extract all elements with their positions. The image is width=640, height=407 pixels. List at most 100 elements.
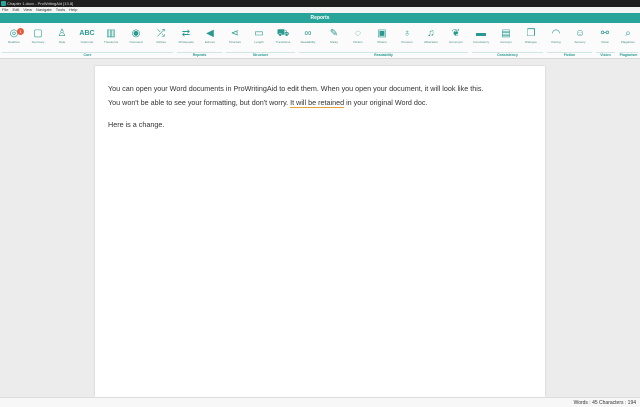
- tool-homonym-button[interactable]: ❦ Homonym: [445, 27, 467, 49]
- tool-label: Homonym: [449, 40, 463, 44]
- tool-cliches-button[interactable]: ⤮ Cliches: [150, 27, 172, 49]
- group-label-vision: Vision: [600, 53, 611, 57]
- tool-label: Vision: [600, 40, 610, 44]
- tool-label: Summary: [31, 40, 45, 44]
- group-label-structure: Structure: [252, 53, 269, 57]
- tool-thesaurus-button[interactable]: ▥ Thesaurus: [100, 27, 122, 49]
- tool-alliteration-button[interactable]: ♫ Alliteration: [420, 27, 442, 49]
- transitions-icon: ⛟: [276, 28, 290, 39]
- tool-writers-button[interactable]: ▣ Writers: [371, 27, 393, 49]
- tool-label: Pacing: [551, 40, 561, 44]
- group-label-repeats: Repeats: [192, 53, 207, 57]
- title-bar: Chapter 1.docx - ProWritingAid [13.8]: [0, 0, 640, 7]
- tool-label: Transitions: [275, 40, 291, 44]
- group-label-plagiarism: Plagiarism: [619, 53, 638, 57]
- reports-title: Reports: [310, 15, 330, 21]
- paragraph-text[interactable]: in your original Word doc.: [344, 98, 427, 107]
- tool-diction-button[interactable]: ◌ Diction: [347, 27, 369, 49]
- tool-label: Acronym: [500, 40, 512, 44]
- tool-dialogue-button[interactable]: ❐ Dialogue: [520, 27, 542, 49]
- vision-icon: ⚯: [600, 28, 610, 39]
- tool-sticky-button[interactable]: ✎ Sticky: [323, 27, 345, 49]
- flagged-phrase[interactable]: It will be retained: [290, 98, 345, 108]
- group-label-consistency: Consistency: [497, 53, 518, 57]
- tool-pronoun-button[interactable]: ♁ Pronoun: [396, 27, 418, 49]
- tool-label: Sticky: [329, 40, 338, 44]
- tool-label: Realtime: [8, 40, 20, 44]
- tool-plagiarism-button[interactable]: ⌕ Plagiarism: [617, 27, 639, 49]
- tool-label: Consistency: [472, 40, 490, 44]
- tool-acronym-button[interactable]: ▤ Acronym: [495, 27, 517, 49]
- tool-label: Plagiarism: [620, 40, 635, 44]
- tool-grammar-button[interactable]: ABC Grammar: [76, 27, 98, 49]
- all-repeats-icon: ⇄: [181, 28, 191, 39]
- report-toolbar: ◎ Realtime 1 ▢ Summary ♙ Style ABC Grammar ▥ Thesa…: [0, 23, 640, 59]
- tool-overused-button[interactable]: ◉ Overused: [125, 27, 147, 49]
- tool-label: Echoes: [204, 40, 215, 44]
- tool-transitions-button[interactable]: ⛟ Transitions: [272, 27, 294, 49]
- structure-icon: ⋖: [230, 28, 240, 39]
- group-label-fiction: Fiction: [563, 53, 576, 57]
- tool-label: Thesaurus: [103, 40, 119, 44]
- dialogue-icon: ❐: [526, 28, 536, 39]
- consistency-icon: ▬: [476, 28, 486, 39]
- tool-structure-button[interactable]: ⋖ Structure: [224, 27, 246, 49]
- acronym-icon: ▤: [501, 28, 511, 39]
- tool-label: Cliches: [156, 40, 166, 44]
- tool-label: Length: [254, 40, 264, 44]
- paragraph-text[interactable]: Here is a change.: [108, 120, 164, 129]
- thesaurus-icon: ▥: [106, 28, 116, 39]
- reports-bar: Reports: [0, 13, 640, 23]
- echoes-icon: ◀: [206, 28, 214, 39]
- tool-style-button[interactable]: ♙ Style: [51, 27, 73, 49]
- paragraph-text[interactable]: You won't be able to see your formatting…: [108, 98, 290, 107]
- document-page[interactable]: You can open your Word documents in ProW…: [95, 66, 545, 397]
- tool-label: Overused: [129, 40, 143, 44]
- tool-label: Grammar: [80, 40, 94, 44]
- group-label-readability: Readability: [374, 53, 393, 57]
- tool-all-repeats-button[interactable]: ⇄ All Repeats: [175, 27, 197, 49]
- tool-echoes-button[interactable]: ◀ Echoes: [199, 27, 221, 49]
- style-icon: ♙: [57, 28, 67, 39]
- tool-label: Diction: [353, 40, 363, 44]
- tool-pacing-button[interactable]: ◠ Pacing: [545, 27, 567, 49]
- length-icon: ▭: [254, 28, 264, 39]
- document-paragraph[interactable]: You can open your Word documents in ProW…: [108, 84, 483, 93]
- tool-label: Structure: [228, 40, 242, 44]
- tool-sensory-button[interactable]: ☺ Sensory: [569, 27, 591, 49]
- tool-label: Dialogue: [525, 40, 537, 44]
- tool-label: Pronoun: [401, 40, 413, 44]
- tool-label: Style: [58, 40, 66, 44]
- tool-consistency-button[interactable]: ▬ Consistency: [470, 27, 492, 49]
- grammar-icon: ABC: [79, 30, 95, 37]
- tool-realtime-button[interactable]: ◎ Realtime 1: [3, 27, 25, 49]
- paragraph-text[interactable]: You can open your Word documents in ProW…: [108, 84, 483, 93]
- writers-icon: ▣: [377, 28, 387, 39]
- document-paragraph[interactable]: You won't be able to see your formatting…: [108, 98, 427, 108]
- tool-length-button[interactable]: ▭ Length: [248, 27, 270, 49]
- sensory-icon: ☺: [574, 28, 586, 39]
- sticky-icon: ✎: [329, 28, 339, 39]
- tool-label: Readability: [300, 40, 316, 44]
- app-icon: [1, 1, 6, 6]
- cliches-icon: ⤮: [157, 28, 165, 39]
- summary-icon: ▢: [33, 28, 43, 39]
- window-title: Chapter 1.docx - ProWritingAid [13.8]: [7, 1, 74, 6]
- tool-label: Writers: [377, 40, 387, 44]
- document-paragraph[interactable]: Here is a change.: [108, 120, 164, 129]
- word-count: Words : 45 Characters : 194: [573, 400, 636, 406]
- pacing-icon: ◠: [551, 28, 561, 39]
- tool-readability-button[interactable]: ∞ Readability: [297, 27, 319, 49]
- tool-vision-button[interactable]: ⚯ Vision: [594, 27, 616, 49]
- alliteration-icon: ♫: [427, 28, 435, 39]
- notification-badge: 1: [17, 28, 24, 35]
- tool-label: Alliteration: [423, 40, 438, 44]
- tool-label: All Repeats: [178, 40, 194, 44]
- plagiarism-icon: ⌕: [625, 28, 631, 39]
- readability-icon: ∞: [304, 28, 312, 39]
- status-bar: Words : 45 Characters : 194: [0, 397, 640, 407]
- pronoun-icon: ♁: [403, 28, 411, 39]
- tool-label: Sensory: [574, 40, 586, 44]
- group-label-core: Core: [83, 53, 92, 57]
- tool-summary-button[interactable]: ▢ Summary: [27, 27, 49, 49]
